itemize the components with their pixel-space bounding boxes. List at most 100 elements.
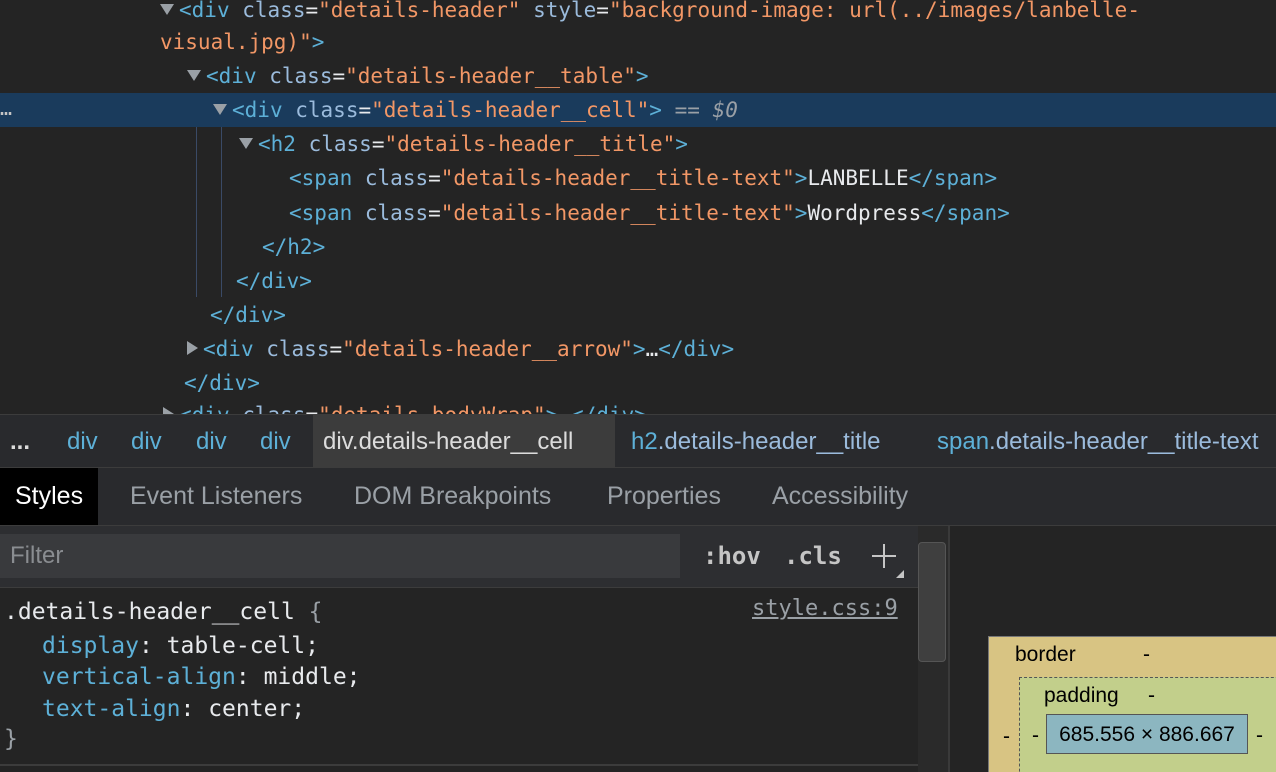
dom-node-continuation[interactable]: visual.jpg)"> — [160, 25, 324, 59]
tag-bracket: > — [546, 403, 559, 414]
style-declaration[interactable]: text-align: center; — [42, 693, 305, 725]
closing-tag: </div> — [658, 337, 735, 361]
property-name[interactable]: vertical-align — [42, 664, 236, 690]
tag-name: div — [218, 64, 257, 88]
padding-right-value[interactable]: - — [1256, 724, 1263, 748]
attr-name: class — [242, 403, 305, 414]
property-value[interactable]: table-cell — [167, 633, 305, 659]
expand-triangle-icon[interactable] — [187, 69, 201, 81]
tag-bracket: < — [179, 0, 192, 22]
attr-name: class — [266, 337, 330, 361]
breadcrumb-tag: div — [67, 428, 98, 455]
border-value[interactable]: - — [1143, 643, 1150, 667]
border-left-value[interactable]: - — [1003, 725, 1010, 749]
attr-eq: = — [428, 201, 441, 225]
property-name[interactable]: display — [42, 633, 139, 659]
dom-node-div-close[interactable]: </div> — [184, 366, 260, 400]
closing-tag: </div> — [571, 403, 647, 414]
breadcrumb-class: .details-header__title-text — [989, 428, 1259, 455]
expand-triangle-icon[interactable] — [160, 3, 174, 15]
property-value[interactable]: center — [208, 696, 291, 722]
dom-node-details-header-table[interactable]: <div class="details-header__table"> — [187, 59, 649, 93]
attr-value: "details-header__arrow" — [342, 337, 633, 361]
tab-styles[interactable]: Styles — [0, 468, 99, 525]
breadcrumb-tag: span — [937, 428, 990, 455]
breadcrumb-item-active[interactable]: div.details-header__cell — [313, 415, 615, 467]
tag-bracket: < — [203, 337, 216, 361]
breadcrumb-item[interactable]: div — [250, 415, 301, 467]
dom-node-div-close[interactable]: </div> — [210, 298, 286, 332]
tag-name: span — [301, 201, 353, 225]
property-name[interactable]: text-align — [42, 696, 180, 722]
dom-node-details-header[interactable]: <div class="details-header" style="backg… — [160, 0, 1140, 27]
rule-selector-line[interactable]: .details-header__cell { — [4, 596, 323, 628]
attr-eq: = — [596, 0, 609, 22]
breadcrumb-item[interactable]: h2.details-header__title — [621, 415, 891, 467]
expand-triangle-icon[interactable] — [239, 137, 253, 149]
tab-properties[interactable]: Properties — [592, 468, 736, 525]
breadcrumb-item[interactable]: div — [186, 415, 237, 467]
breadcrumb-tag: div — [131, 428, 162, 455]
tab-accessibility[interactable]: Accessibility — [757, 468, 923, 525]
cls-toggle-button[interactable]: .cls — [784, 534, 842, 578]
tag-name: div — [192, 403, 230, 414]
style-declaration[interactable]: display: table-cell; — [42, 630, 319, 662]
collapse-triangle-icon[interactable] — [163, 407, 174, 414]
breadcrumb-tag: h2 — [631, 428, 658, 455]
sidebar-tabs: Styles Event Listeners DOM Breakpoints P… — [0, 468, 1276, 526]
padding-value[interactable]: - — [1148, 684, 1155, 708]
tab-dom-breakpoints[interactable]: DOM Breakpoints — [339, 468, 566, 525]
rule-selector[interactable]: .details-header__cell — [4, 599, 295, 625]
border-label: border — [1015, 643, 1076, 666]
collapse-triangle-icon[interactable] — [187, 341, 198, 355]
attr-value: "background-image: url(../images/lanbell… — [608, 0, 1140, 22]
attr-name: style — [533, 0, 597, 22]
scrollbar-thumb[interactable] — [918, 542, 946, 662]
console-var-ref: $0 — [712, 98, 738, 122]
close-brace: } — [4, 726, 18, 752]
tag-bracket: > — [635, 64, 649, 88]
more-actions-icon[interactable]: … — [0, 93, 30, 127]
dom-node-details-header-arrow[interactable]: <div class="details-header__arrow">…</di… — [187, 332, 734, 366]
attr-eq: = — [371, 132, 385, 156]
attr-name: class — [364, 201, 429, 225]
styles-scrollbar[interactable] — [918, 526, 948, 772]
ellipsis: … — [558, 403, 571, 414]
breadcrumb-item[interactable]: div — [57, 415, 108, 467]
tag-bracket: > — [311, 30, 325, 54]
dom-node-h2[interactable]: <h2 class="details-header__title"> — [239, 127, 688, 161]
tab-event-listeners[interactable]: Event Listeners — [115, 468, 317, 525]
property-value[interactable]: middle — [264, 664, 347, 690]
tag-name: div — [191, 0, 230, 22]
attr-value: "details-bodyWrap" — [318, 403, 546, 414]
new-style-rule-button[interactable] — [866, 530, 906, 578]
breadcrumb-item[interactable]: span.details-header__title-text — [927, 415, 1269, 467]
expand-triangle-icon[interactable] — [213, 103, 227, 115]
dom-node-span-lanbelle[interactable]: <span class="details-header__title-text"… — [289, 161, 997, 195]
breadcrumb-item[interactable]: div — [121, 415, 172, 467]
attr-eq: = — [329, 337, 343, 361]
filter-toolbar: :hov .cls — [0, 526, 918, 588]
tag-bracket: < — [289, 166, 302, 190]
dom-node-details-bodywrap[interactable]: <div class="details-bodyWrap">…</div> — [163, 398, 647, 414]
box-model-content[interactable]: 685.556 × 886.667 — [1046, 714, 1248, 754]
closing-tag: </div> — [184, 371, 260, 395]
box-model-padding[interactable]: padding - - 685.556 × 886.667 - — [1019, 677, 1276, 772]
dom-node-div-close[interactable]: </div> — [236, 264, 312, 298]
filter-input[interactable] — [0, 534, 680, 578]
breadcrumb-class: .details-header__cell — [351, 428, 574, 455]
tag-bracket: < — [289, 201, 302, 225]
dom-node-details-header-cell-selected[interactable]: <div class="details-header__cell"> == $0 — [0, 93, 1276, 127]
text-node: Wordpress — [807, 201, 922, 225]
breadcrumb-more[interactable]: ... — [0, 415, 40, 467]
hov-toggle-button[interactable]: :hov — [703, 534, 761, 578]
breadcrumb-tag: div — [323, 428, 352, 455]
style-declaration[interactable]: vertical-align: middle; — [42, 661, 361, 693]
padding-left-value[interactable]: - — [1032, 724, 1039, 748]
dom-node-h2-close[interactable]: </h2> — [262, 230, 325, 264]
box-model-border[interactable]: border - - padding - - 685.556 × 886.667… — [988, 636, 1276, 772]
dom-node-span-wordpress[interactable]: <span class="details-header__title-text"… — [289, 196, 1010, 230]
attr-value: "details-header__title" — [384, 132, 676, 156]
rule-source-link[interactable]: style.css:9 — [752, 596, 898, 621]
selected-marker: == — [674, 98, 700, 122]
